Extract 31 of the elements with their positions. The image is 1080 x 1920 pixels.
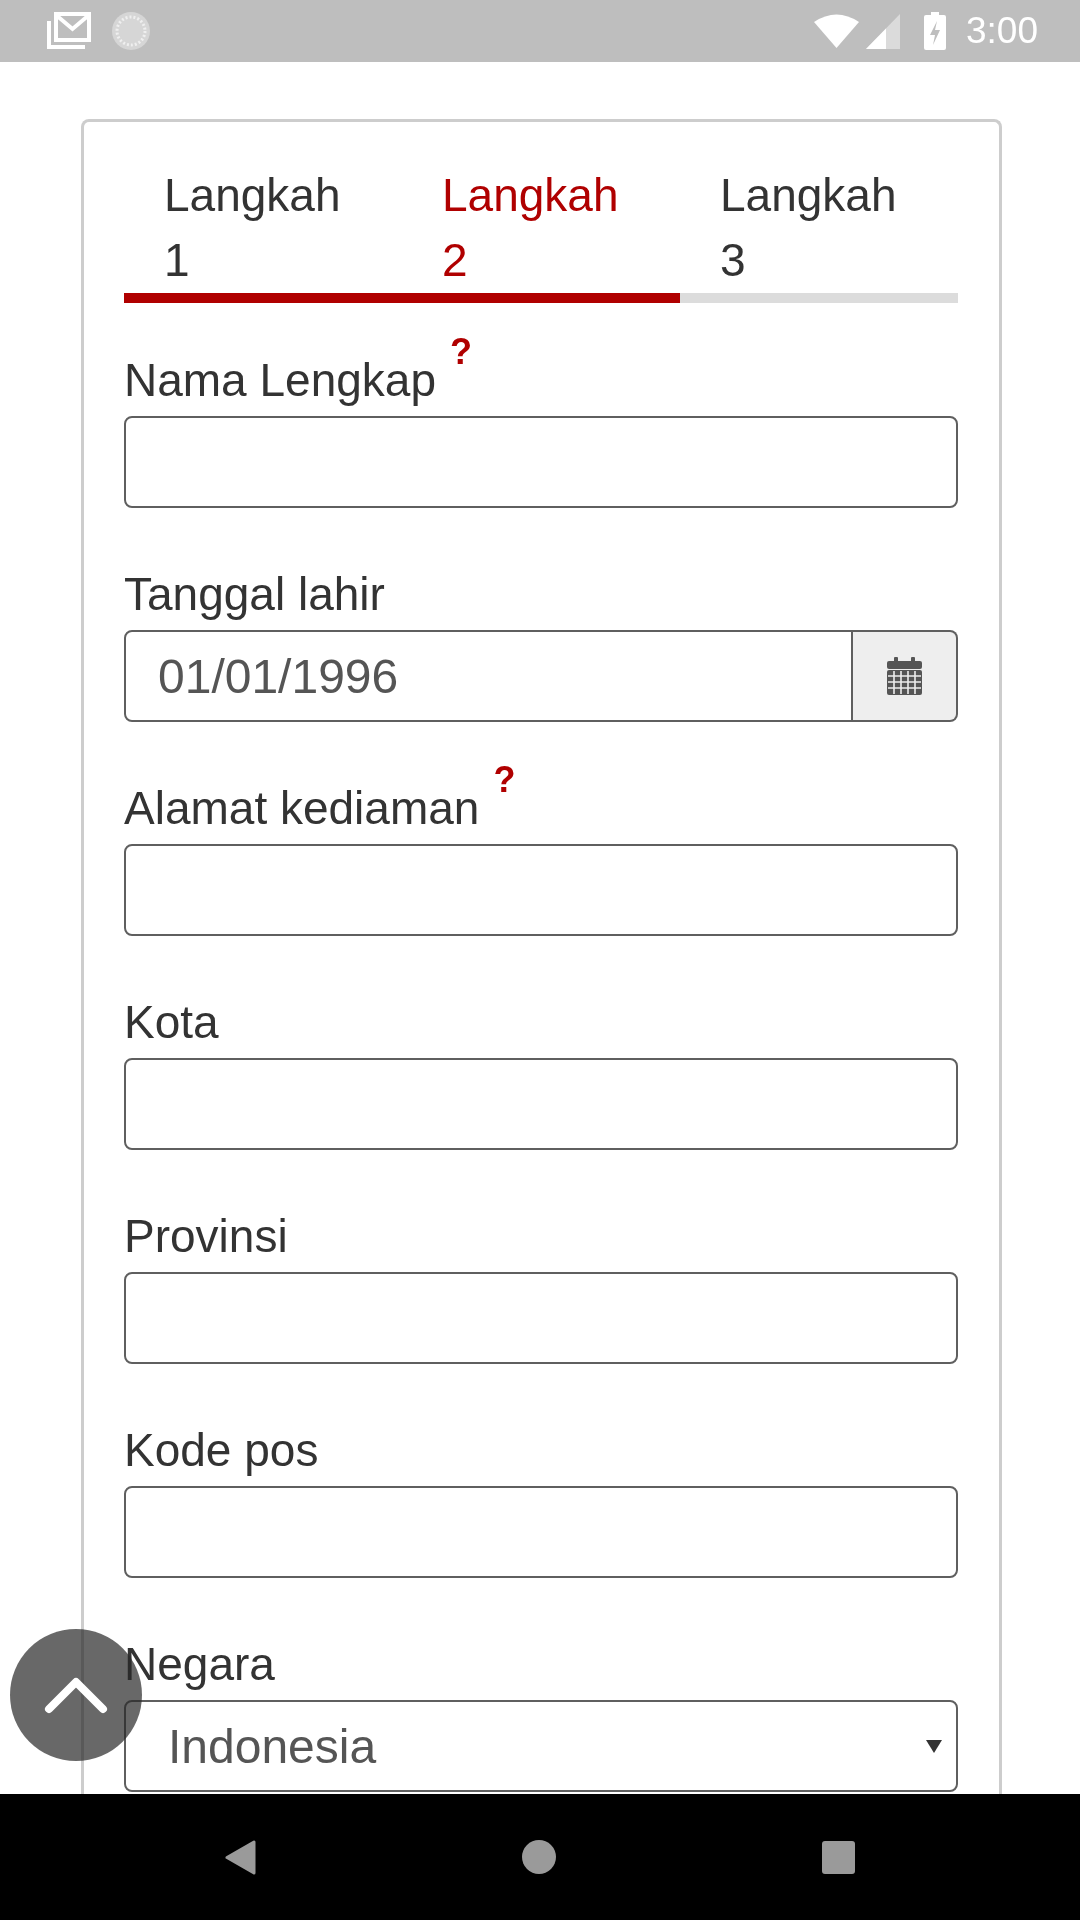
- text-input[interactable]: [124, 844, 958, 936]
- field-label: Kode pos: [124, 1424, 319, 1476]
- step-tab[interactable]: Langkah 3: [680, 163, 958, 303]
- field-label: Kota: [124, 996, 219, 1048]
- calendar-icon: [887, 657, 922, 695]
- step-tab[interactable]: Langkah 2: [402, 163, 680, 303]
- field-label: Alamat kediaman: [124, 782, 480, 834]
- field-label: Provinsi: [124, 1210, 288, 1262]
- field-label: Nama Lengkap: [124, 354, 436, 406]
- status-time: 3:00: [966, 10, 1038, 52]
- signal-icon: [866, 13, 900, 49]
- text-input[interactable]: [124, 416, 958, 508]
- home-icon[interactable]: [522, 1840, 556, 1874]
- field-label: Tanggal lahir: [124, 568, 385, 620]
- date-input[interactable]: 01/01/1996: [124, 630, 853, 722]
- calendar-button[interactable]: [853, 630, 958, 722]
- text-input[interactable]: [124, 1272, 958, 1364]
- help-mark[interactable]: ?: [493, 762, 516, 798]
- help-mark[interactable]: ?: [450, 334, 472, 370]
- back-icon[interactable]: [225, 1839, 256, 1875]
- spinner-icon: [112, 12, 150, 50]
- dropdown-caret-icon: [926, 1739, 942, 1753]
- battery-charging-icon: [924, 12, 946, 50]
- step-tab[interactable]: Langkah 1: [124, 163, 402, 303]
- recent-apps-icon[interactable]: [822, 1840, 855, 1874]
- dropdown-field[interactable]: Indonesia: [124, 1700, 958, 1792]
- mail-icon: [46, 12, 91, 50]
- chevron-up-icon: [44, 1676, 108, 1714]
- text-input[interactable]: [124, 1058, 958, 1150]
- wifi-icon: [814, 14, 859, 48]
- text-input[interactable]: [124, 1486, 958, 1578]
